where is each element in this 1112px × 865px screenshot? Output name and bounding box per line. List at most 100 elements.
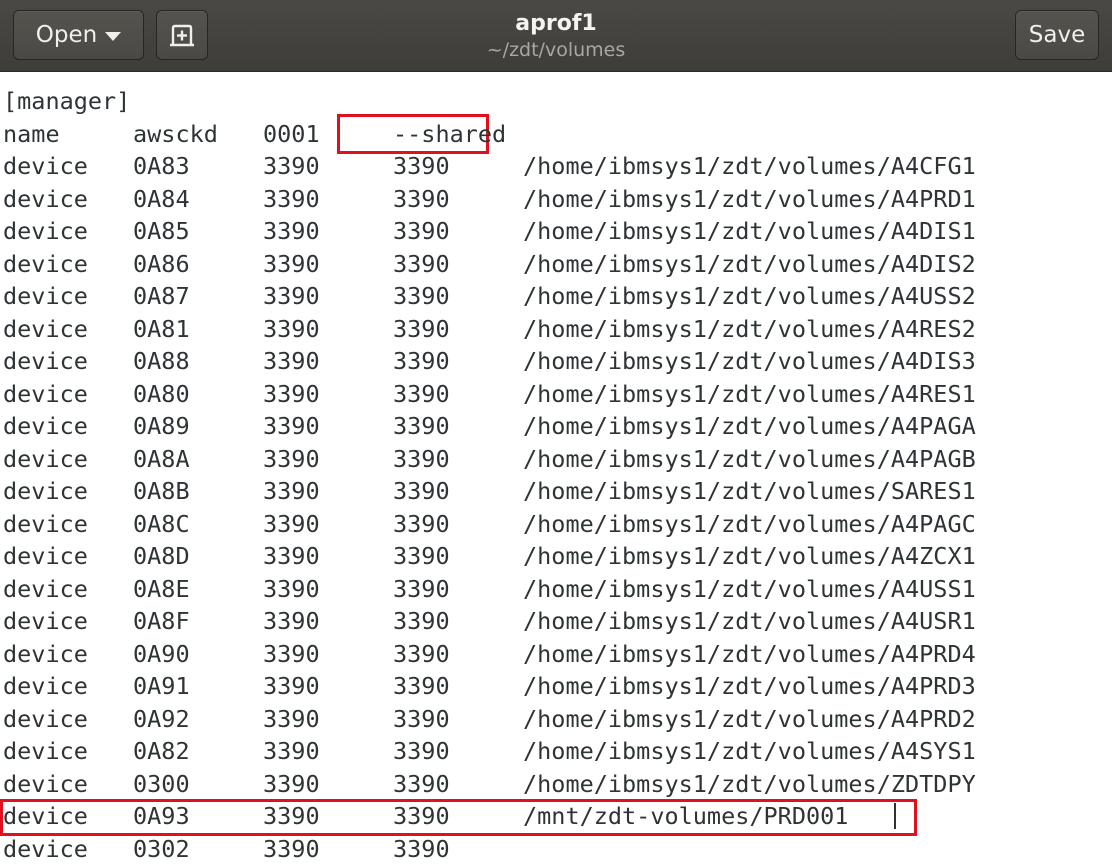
editor-token: device — [3, 509, 88, 538]
editor-token: 3390 — [393, 737, 450, 765]
editor-token: device — [3, 347, 88, 375]
editor-token: 3390 — [393, 412, 450, 440]
editor-token: device — [3, 639, 88, 668]
new-tab-icon — [170, 24, 194, 47]
editor-line[interactable]: device 0A8D 3390 3390/home/ibmsys1/zdt/volu… — [3, 540, 1108, 572]
editor-token: 3390 — [263, 184, 320, 213]
window-title-area: aprof1 ~/zdt/volumes — [300, 10, 812, 62]
editor-line[interactable]: [manager] — [3, 85, 1108, 117]
open-button[interactable]: Open — [13, 10, 144, 60]
editor-line[interactable]: device 0A92 3390 3390/home/ibmsys1/zdt/volu… — [3, 703, 1108, 735]
editor-token: device — [3, 769, 88, 798]
editor-token: 0A85 — [133, 217, 190, 245]
editor-token: /home/ibmsys1/zdt/volumes/A4PAGA — [523, 412, 976, 440]
editor-line[interactable]: name awsckd 0001 --shared — [3, 118, 1108, 150]
editor-token: device — [3, 704, 88, 733]
new-document-button[interactable] — [156, 10, 208, 60]
editor-line[interactable]: device 0A93 3390 3390/mnt/zdt-volumes/PRD00… — [3, 800, 1108, 832]
document-title: aprof1 — [515, 11, 597, 36]
save-button[interactable]: Save — [1015, 10, 1099, 60]
editor-token: awsckd — [133, 119, 218, 148]
editor-token: device — [3, 217, 88, 245]
editor-token: 3390 — [263, 704, 320, 733]
editor-token: device — [3, 737, 88, 765]
editor-token: 3390 — [263, 152, 320, 180]
editor-token: /home/ibmsys1/zdt/volumes/A4USS2 — [523, 282, 976, 310]
editor-token: 0A82 — [133, 737, 190, 765]
editor-line[interactable]: device 0A80 3390 3390/home/ibmsys1/zdt/volu… — [3, 378, 1108, 410]
editor-token: 3390 — [263, 347, 320, 375]
editor-token: 3390 — [263, 444, 320, 473]
editor-token: /home/ibmsys1/zdt/volumes/A4DIS2 — [523, 249, 976, 278]
editor-token: 0A8B — [133, 477, 190, 505]
editor-line[interactable]: device 0A8F 3390 3390/home/ibmsys1/zdt/volu… — [3, 605, 1108, 637]
editor-token: 3390 — [263, 379, 320, 408]
editor-token: 3390 — [393, 282, 450, 310]
editor-line[interactable]: device 0A91 3390 3390/home/ibmsys1/zdt/volu… — [3, 670, 1108, 702]
text-editor-area[interactable]: [manager] name awsckd 0001 --shared device 0A8… — [0, 72, 1112, 865]
editor-token: device — [3, 802, 88, 830]
editor-token: /home/ibmsys1/zdt/volumes/A4USR1 — [523, 607, 976, 635]
editor-token: device — [3, 152, 88, 180]
editor-token: /home/ibmsys1/zdt/volumes/A4ZCX1 — [523, 542, 976, 570]
editor-line[interactable]: device 0A81 3390 3390/home/ibmsys1/zdt/volu… — [3, 313, 1108, 345]
text-editor-window: Open aprof1 ~/zdt/volumes Save [manager]… — [0, 0, 1112, 865]
editor-token: 3390 — [393, 542, 450, 570]
editor-token: device — [3, 542, 88, 570]
editor-line[interactable]: device 0A82 3390 3390/home/ibmsys1/zdt/volu… — [3, 735, 1108, 767]
editor-line[interactable]: device 0A84 3390 3390/home/ibmsys1/zdt/volu… — [3, 183, 1108, 215]
editor-token: 0A83 — [133, 152, 190, 180]
editor-token: 0A80 — [133, 379, 190, 408]
editor-token: device — [3, 477, 88, 505]
editor-token: 0A93 — [133, 802, 190, 830]
editor-token: 0A88 — [133, 347, 190, 375]
editor-token: /home/ibmsys1/zdt/volumes/A4PRD3 — [523, 672, 976, 700]
editor-line[interactable]: device 0A8E 3390 3390/home/ibmsys1/zdt/volu… — [3, 573, 1108, 605]
chevron-down-icon — [105, 31, 122, 41]
editor-token: --shared — [393, 119, 507, 148]
editor-token: device — [3, 834, 88, 863]
editor-token: /home/ibmsys1/zdt/volumes/A4PAGB — [523, 444, 976, 473]
editor-line[interactable]: device 0A85 3390 3390/home/ibmsys1/zdt/volu… — [3, 215, 1108, 247]
editor-line[interactable]: device 0A89 3390 3390/home/ibmsys1/zdt/volu… — [3, 410, 1108, 442]
editor-token: device — [3, 574, 88, 603]
editor-line[interactable]: device 0A87 3390 3390/home/ibmsys1/zdt/volu… — [3, 280, 1108, 312]
editor-token: 0A86 — [133, 249, 190, 278]
editor-token: 3390 — [393, 379, 450, 408]
editor-token: 0A8E — [133, 574, 190, 603]
document-path: ~/zdt/volumes — [486, 39, 626, 61]
editor-line[interactable]: device 0A88 3390 3390/home/ibmsys1/zdt/volu… — [3, 345, 1108, 377]
editor-line[interactable]: device 0A8C 3390 3390/home/ibmsys1/zdt/volu… — [3, 508, 1108, 540]
editor-token: 0A8F — [133, 607, 190, 635]
editor-token: 3390 — [263, 672, 320, 700]
editor-line[interactable]: device 0A8A 3390 3390/home/ibmsys1/zdt/volu… — [3, 443, 1108, 475]
editor-token: 3390 — [393, 314, 450, 343]
editor-token: device — [3, 607, 88, 635]
editor-token: 3390 — [393, 607, 450, 635]
editor-token: 0A8C — [133, 509, 190, 538]
editor-line[interactable]: device 0A83 3390 3390/home/ibmsys1/zdt/volu… — [3, 150, 1108, 182]
editor-token: 0A81 — [133, 314, 190, 343]
editor-token: /mnt/zdt-volumes/PRD001 — [523, 802, 849, 830]
editor-token: 3390 — [263, 607, 320, 635]
editor-token: 3390 — [393, 802, 450, 830]
editor-token: /home/ibmsys1/zdt/volumes/A4DIS1 — [523, 217, 976, 245]
save-button-label: Save — [1028, 22, 1086, 48]
editor-token: /home/ibmsys1/zdt/volumes/A4PRD4 — [523, 639, 976, 668]
editor-token: 3390 — [393, 834, 450, 863]
editor-token: device — [3, 379, 88, 408]
editor-token: 3390 — [263, 769, 320, 798]
editor-token: /home/ibmsys1/zdt/volumes/A4PAGC — [523, 509, 976, 538]
editor-token: device — [3, 249, 88, 278]
editor-line[interactable]: device 0300 3390 3390/home/ibmsys1/zdt/volu… — [3, 768, 1108, 800]
editor-token: device — [3, 282, 88, 310]
editor-token: 3390 — [393, 704, 450, 733]
editor-line[interactable]: device 0A90 3390 3390/home/ibmsys1/zdt/volu… — [3, 638, 1108, 670]
editor-token: 0A91 — [133, 672, 190, 700]
editor-token: 3390 — [263, 477, 320, 505]
editor-token: 3390 — [393, 574, 450, 603]
editor-line[interactable]: device 0A8B 3390 3390/home/ibmsys1/zdt/volu… — [3, 475, 1108, 507]
editor-line[interactable]: device 0302 3390 3390 — [3, 833, 1108, 865]
editor-line[interactable]: device 0A86 3390 3390/home/ibmsys1/zdt/volu… — [3, 248, 1108, 280]
editor-token: 0302 — [133, 834, 190, 863]
